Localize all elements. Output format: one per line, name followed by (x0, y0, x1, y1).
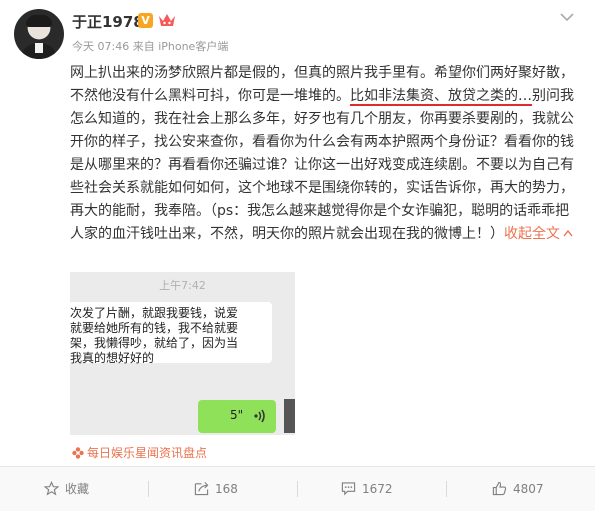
favorite-label[interactable]: 收藏 (65, 482, 89, 496)
flower-icon (72, 447, 84, 459)
collapse-link[interactable]: 收起全文 (504, 226, 573, 242)
separator (446, 481, 447, 497)
verified-badge-icon: V (138, 13, 153, 28)
user-avatar[interactable] (14, 9, 64, 59)
post-text: 网上扒出来的汤梦欣照片都是假的，但真的照片我手里有。希望你们两好聚好散，不然他没… (70, 62, 576, 246)
voice-message-bubble: 5" (198, 400, 276, 433)
voice-duration: 5" (230, 408, 244, 422)
username[interactable]: 于正1978 (72, 11, 144, 32)
separator (297, 481, 298, 497)
chat-line: 就要给她所有的钱，我不给就要 (70, 321, 239, 335)
share-icon (194, 482, 209, 496)
favorite-button[interactable]: 收藏 (43, 467, 89, 511)
post-text-part2: 别问我怎么知道的，我在社会上那么多年，好歹也有几个朋友，你再要杀要剐的，我就公开… (70, 88, 574, 242)
chat-peer-avatar (284, 399, 295, 433)
chat-line: 架，我懒得吵，就给了，因为当 (70, 336, 239, 350)
separator (148, 481, 149, 497)
voice-wave-icon (254, 409, 265, 423)
chat-time: 上午7:42 (159, 279, 206, 292)
action-bar: 收藏 168 1672 4807 (0, 467, 595, 511)
collapse-link-label[interactable]: 收起全文 (504, 226, 560, 242)
share-count[interactable]: 168 (215, 482, 238, 496)
chat-line: 次发了片酬，就跟我要钱，说爱 (70, 306, 239, 320)
chevron-up-icon (563, 229, 573, 237)
source-tag[interactable]: 每日娱乐星闻资讯盘点 (72, 444, 207, 461)
underlined-text: 比如非法集资、放贷之类的… (350, 88, 532, 106)
like-icon (492, 481, 507, 496)
chat-screenshot-image[interactable]: 上午7:42 次发了片酬，就跟我要钱，说爱 就要给她所有的钱，我不给就要 架，我… (70, 272, 295, 435)
like-count[interactable]: 4807 (513, 482, 544, 496)
star-icon (43, 481, 60, 496)
chat-line: 我真的想好好的 (70, 351, 155, 365)
share-button[interactable]: 168 (194, 467, 238, 511)
like-button[interactable]: 4807 (492, 467, 544, 511)
member-crown-icon (159, 14, 175, 26)
source-label[interactable]: 每日娱乐星闻资讯盘点 (87, 446, 207, 460)
chat-bubble-incoming: 次发了片酬，就跟我要钱，说爱 就要给她所有的钱，我不给就要 架，我懒得吵，就给了… (70, 302, 272, 365)
comment-count[interactable]: 1672 (362, 482, 393, 496)
comment-icon (341, 482, 356, 496)
comment-button[interactable]: 1672 (341, 467, 393, 511)
chevron-down-icon[interactable] (560, 12, 574, 22)
post-meta: 今天 07:46 来自 iPhone客户端 (72, 40, 229, 53)
